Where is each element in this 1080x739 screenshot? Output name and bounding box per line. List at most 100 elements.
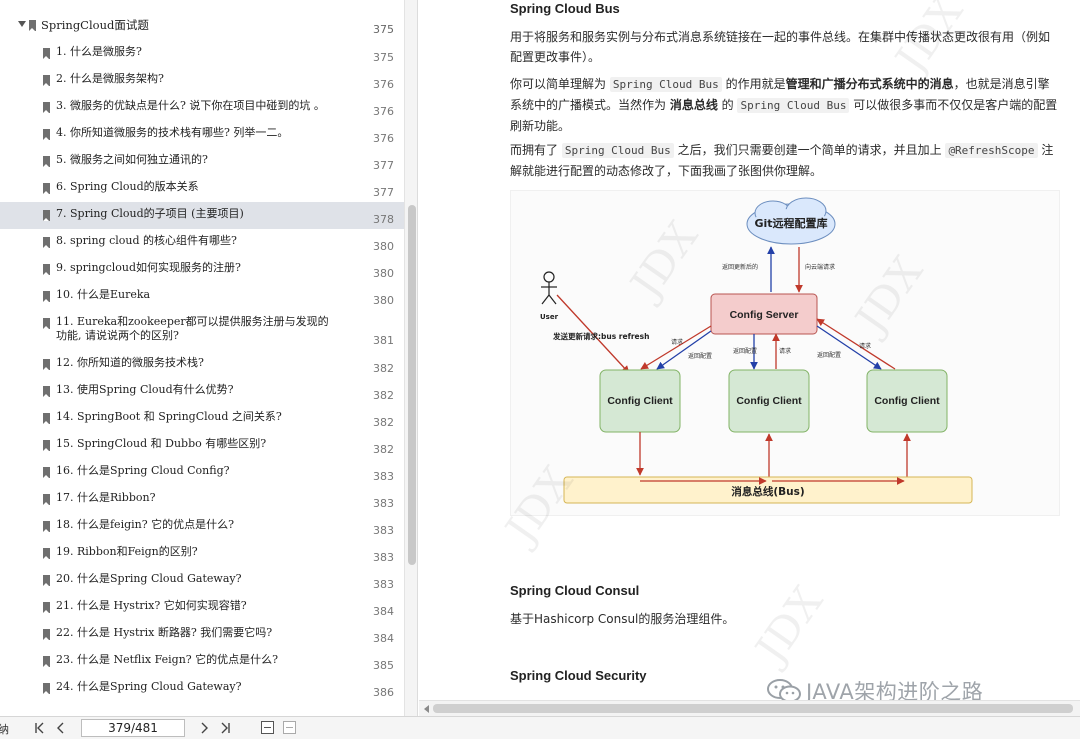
- sidebar-scrollbar-thumb[interactable]: [408, 205, 416, 565]
- toc-page-number: 376: [373, 78, 394, 91]
- user-label: User: [540, 313, 559, 321]
- go-back-view-icon[interactable]: [261, 721, 274, 734]
- toc-page-number: 384: [373, 605, 394, 618]
- bookmark-icon: [43, 440, 50, 451]
- arrow-server-to-client1: [656, 330, 712, 370]
- first-page-icon: [35, 722, 44, 734]
- inline-code: Spring Cloud Bus: [609, 77, 722, 92]
- bookmark-icon: [43, 386, 50, 397]
- toc-item[interactable]: 6. Spring Cloud的版本关系 377: [0, 175, 404, 202]
- next-page-button[interactable]: [196, 720, 212, 736]
- toc-item-label: 12. 你所知道的微服务技术栈?: [56, 356, 204, 369]
- label-request: 请求: [859, 342, 871, 350]
- toc-item[interactable]: 10. 什么是Eureka 380: [0, 283, 404, 310]
- toc-page-number: 380: [373, 267, 394, 280]
- toc-page-number: 376: [373, 132, 394, 145]
- caret-down-icon[interactable]: [18, 21, 26, 27]
- toc-item-active[interactable]: 7. Spring Cloud的子项目 (主要项目) 378: [0, 202, 404, 229]
- label-request: 请求: [779, 347, 791, 355]
- last-page-icon: [221, 722, 230, 734]
- toc-item[interactable]: 20. 什么是Spring Cloud Gateway? 383: [0, 567, 404, 594]
- toc-item[interactable]: 11. Eureka和zookeeper都可以提供服务注册与发现的功能, 请说说…: [0, 310, 404, 351]
- toc-page-number: 383: [373, 524, 394, 537]
- toc-item[interactable]: 5. 微服务之间如何独立通讯的? 377: [0, 148, 404, 175]
- toc-item[interactable]: 16. 什么是Spring Cloud Config? 383: [0, 459, 404, 486]
- toc-page-number: 381: [373, 334, 394, 347]
- bookmark-icon: [43, 318, 50, 329]
- toc-page-number: 375: [373, 51, 394, 64]
- bookmark-icon: [43, 629, 50, 640]
- first-page-button[interactable]: [32, 720, 48, 736]
- toc-item[interactable]: 18. 什么是feigin? 它的优点是什么? 383: [0, 513, 404, 540]
- toc-item[interactable]: 1. 什么是微服务? 375: [0, 40, 404, 67]
- toc-item-label: 14. SpringBoot 和 SpringCloud 之间关系?: [56, 410, 282, 423]
- toc-page-number: 382: [373, 389, 394, 402]
- toc-item-label: 24. 什么是Spring Cloud Gateway?: [56, 680, 242, 693]
- toc-page-number: 380: [373, 294, 394, 307]
- arrow-client3-request: [816, 318, 896, 370]
- toc-page-number: 386: [373, 686, 394, 699]
- toc-item[interactable]: 15. SpringCloud 和 Dubbo 有哪些区别? 382: [0, 432, 404, 459]
- label-return-config: 返回配置: [688, 353, 712, 360]
- text-run: 而拥有了: [510, 143, 562, 157]
- toc-item-label: 5. 微服务之间如何独立通讯的?: [56, 153, 208, 166]
- previous-page-button[interactable]: [53, 720, 69, 736]
- toc-item[interactable]: 13. 使用Spring Cloud有什么优势? 382: [0, 378, 404, 405]
- toc-root-item[interactable]: SpringCloud面试题 375: [0, 12, 404, 38]
- arrow-server-to-client3: [816, 325, 882, 370]
- toc-item[interactable]: 4. 你所知道微服务的技术栈有哪些? 列举一二。 376: [0, 121, 404, 148]
- toc-root-label: SpringCloud面试题: [41, 18, 149, 32]
- toc-item[interactable]: 12. 你所知道的微服务技术栈? 382: [0, 351, 404, 378]
- bookmark-icon: [43, 156, 50, 167]
- label-return-config: 返回配置: [817, 352, 841, 359]
- toc-item[interactable]: 2. 什么是微服务架构? 376: [0, 67, 404, 94]
- inline-code: Spring Cloud Bus: [737, 98, 850, 113]
- document-horizontal-scrollbar[interactable]: [419, 700, 1080, 716]
- toc-item-label: 8. spring cloud 的核心组件有哪些?: [56, 234, 237, 247]
- toc-item-label: 15. SpringCloud 和 Dubbo 有哪些区别?: [56, 437, 267, 450]
- toc-item-label: 22. 什么是 Hystrix 断路器? 我们需要它吗?: [56, 626, 273, 639]
- toc-item-label: 10. 什么是Eureka: [56, 288, 151, 301]
- sidebar-scrollbar[interactable]: [404, 0, 417, 716]
- toc-item-label: 11. Eureka和zookeeper都可以提供服务注册与发现的功能, 请说说…: [56, 315, 329, 342]
- bookmark-icon: [43, 264, 50, 275]
- toc-item-label: 3. 微服务的优缺点是什么? 说下你在项目中碰到的坑 。: [56, 99, 325, 112]
- toc-item[interactable]: 3. 微服务的优缺点是什么? 说下你在项目中碰到的坑 。 376: [0, 94, 404, 121]
- git-repo-label: Git远程配置库: [754, 216, 827, 230]
- page-navigation-bar: 纳 379/481: [0, 716, 1080, 739]
- status-left-label: 纳: [0, 723, 9, 736]
- bookmark-icon: [43, 210, 50, 221]
- page-number-input[interactable]: 379/481: [81, 719, 185, 737]
- chevron-left-icon: [57, 722, 64, 734]
- toc-page-number: 383: [373, 497, 394, 510]
- toc-item[interactable]: 14. SpringBoot 和 SpringCloud 之间关系? 382: [0, 405, 404, 432]
- bookmark-icon: [43, 75, 50, 86]
- last-page-button[interactable]: [217, 720, 233, 736]
- toc-item[interactable]: 23. 什么是 Netflix Feign? 它的优点是什么? 385: [0, 648, 404, 675]
- toc-item-label: 4. 你所知道微服务的技术栈有哪些? 列举一二。: [56, 126, 289, 139]
- message-bus-label: 消息总线(Bus): [731, 485, 804, 498]
- toc-item[interactable]: 9. springcloud如何实现服务的注册? 380: [0, 256, 404, 283]
- toc-item[interactable]: 17. 什么是Ribbon? 383: [0, 486, 404, 513]
- horizontal-scrollbar-thumb[interactable]: [433, 704, 1073, 713]
- chevron-right-icon: [201, 722, 208, 734]
- toc-item[interactable]: 24. 什么是Spring Cloud Gateway? 386: [0, 675, 404, 702]
- bookmark-icon: [43, 602, 50, 613]
- label-return-config: 返回配置: [733, 348, 757, 355]
- section-title-bus: Spring Cloud Bus: [510, 1, 620, 16]
- toc-item[interactable]: 22. 什么是 Hystrix 断路器? 我们需要它吗? 384: [0, 621, 404, 648]
- scroll-left-arrow-icon[interactable]: [424, 705, 429, 713]
- bookmark-icon: [43, 102, 50, 113]
- go-forward-view-icon[interactable]: [283, 721, 296, 734]
- toc-item[interactable]: 19. Ribbon和Feign的区别? 383: [0, 540, 404, 567]
- toc-item[interactable]: 8. spring cloud 的核心组件有哪些? 380: [0, 229, 404, 256]
- toc-list: 1. 什么是微服务? 375 2. 什么是微服务架构? 376 3. 微服务的优缺点…: [0, 40, 404, 702]
- document-page: Spring Cloud Bus 用于将服务和服务实例与分布式消息系统链接在一起…: [419, 0, 1080, 700]
- toc-item[interactable]: 21. 什么是 Hystrix? 它如何实现容错? 384: [0, 594, 404, 621]
- toc-item-label: 16. 什么是Spring Cloud Config?: [56, 464, 230, 477]
- bookmark-icon: [43, 359, 50, 370]
- bookmark-icon: [43, 521, 50, 532]
- config-client-label: Config Client: [874, 395, 940, 407]
- bookmark-icon: [43, 467, 50, 478]
- label-request: 请求: [671, 338, 683, 346]
